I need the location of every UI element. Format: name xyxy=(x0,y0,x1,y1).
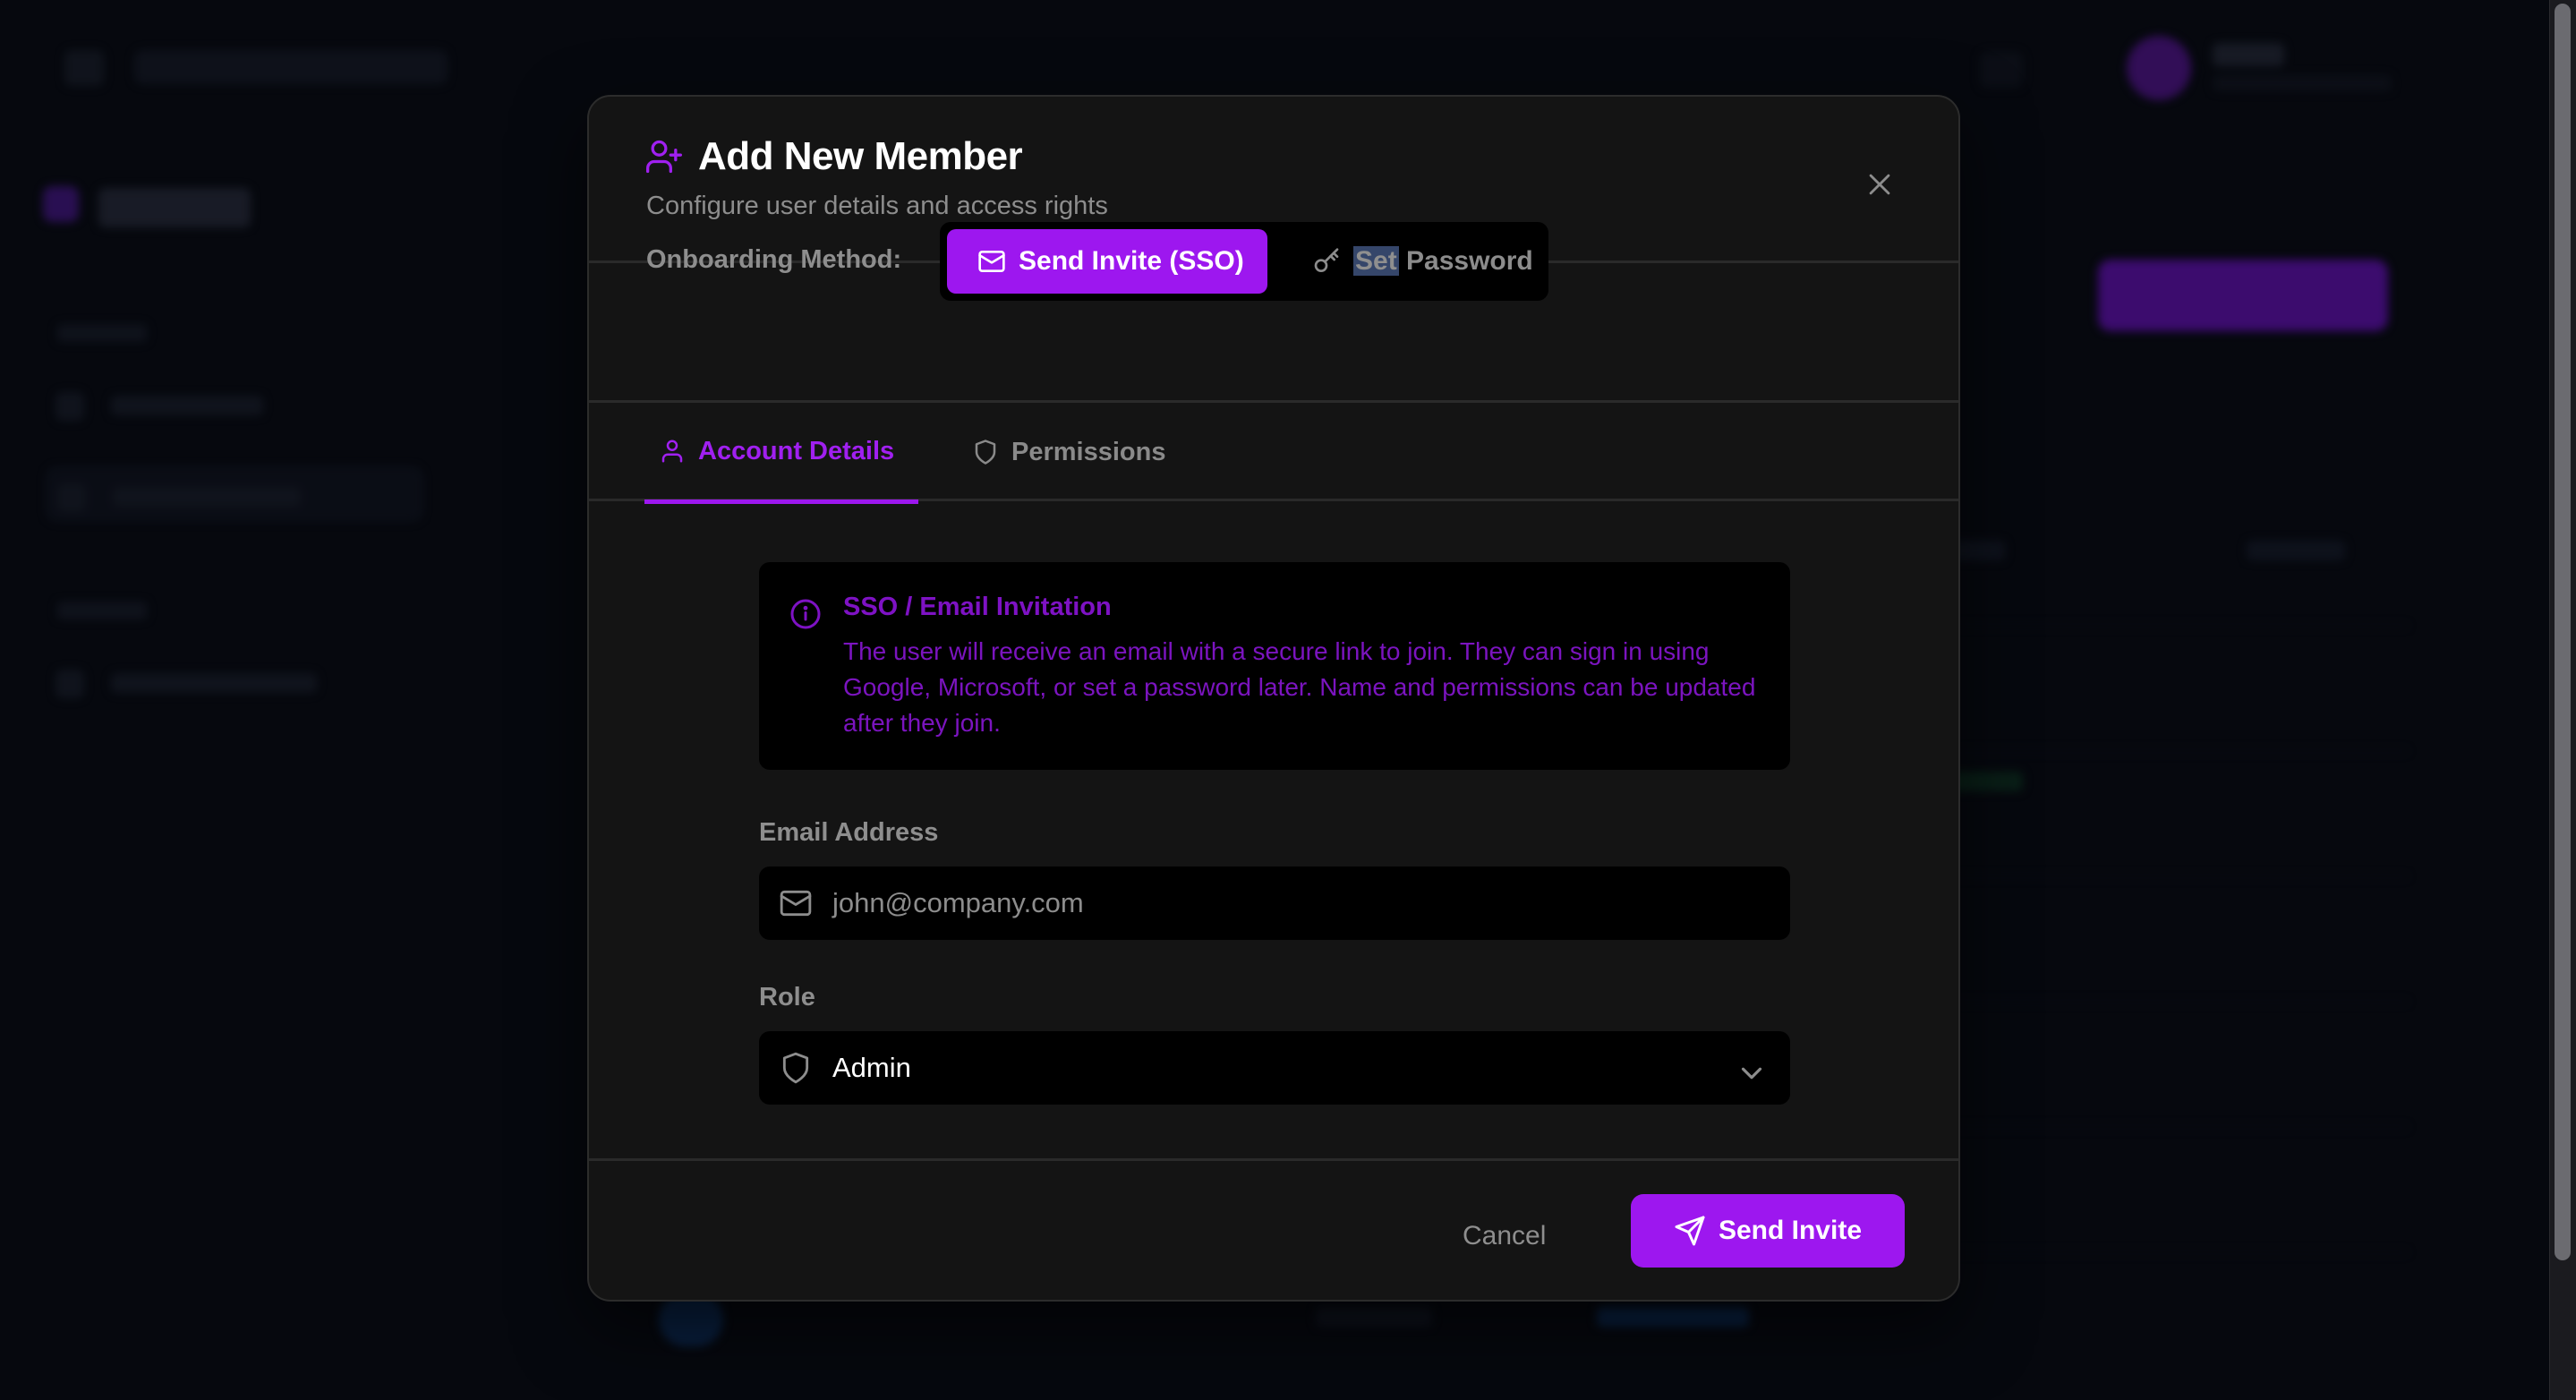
shield-icon xyxy=(975,440,996,465)
role-select[interactable]: Admin xyxy=(759,1031,1790,1105)
close-button[interactable] xyxy=(1853,158,1906,211)
user-plus-icon xyxy=(646,140,682,174)
role-value: Admin xyxy=(832,1052,911,1083)
key-icon xyxy=(1314,248,1339,272)
selected-text: Set xyxy=(1353,246,1399,276)
set-password-label-rest: Password xyxy=(1398,246,1533,276)
email-label: Email Address xyxy=(759,818,939,847)
info-text: The user will receive an email with a se… xyxy=(843,637,1756,737)
scrollbar[interactable] xyxy=(2549,0,2576,1400)
tab-account-details-label: Account Details xyxy=(698,436,895,465)
tab-permissions-label: Permissions xyxy=(1011,437,1166,466)
close-icon xyxy=(1869,174,1890,195)
send-icon xyxy=(1675,1216,1705,1246)
cancel-button[interactable]: Cancel xyxy=(1463,1207,1546,1266)
onboarding-method-toggle: Send Invite (SSO) Set Password xyxy=(940,222,1548,301)
dialog-title-row: Add New Member xyxy=(644,134,1023,179)
set-password-option[interactable]: Set Password xyxy=(1287,229,1541,294)
shield-icon xyxy=(782,1052,809,1084)
send-invite-button[interactable]: Send Invite xyxy=(1631,1194,1905,1268)
send-invite-sso-option[interactable]: Send Invite (SSO) xyxy=(947,229,1267,294)
send-invite-sso-label: Send Invite (SSO) xyxy=(1019,246,1244,276)
info-title: SSO / Email Invitation xyxy=(843,593,1112,621)
chevron-down-icon xyxy=(1741,1067,1762,1080)
tab-account-details[interactable]: Account Details xyxy=(644,403,918,504)
add-member-dialog: Add New Member Configure user details an… xyxy=(587,95,1960,1302)
set-password-label: Set Password xyxy=(1353,246,1533,277)
dialog-title: Add New Member xyxy=(698,134,1023,178)
send-invite-label: Send Invite xyxy=(1718,1216,1863,1245)
email-placeholder: john@company.com xyxy=(832,887,1084,918)
user-icon xyxy=(661,440,683,463)
role-label: Role xyxy=(759,983,815,1012)
scrollbar-thumb[interactable] xyxy=(2555,4,2571,1260)
dialog-subtitle: Configure user details and access rights xyxy=(646,192,1108,220)
mail-icon xyxy=(978,251,1005,272)
tab-permissions[interactable]: Permissions xyxy=(972,403,1165,501)
info-icon xyxy=(790,599,821,629)
onboarding-method-label: Onboarding Method: xyxy=(646,245,902,274)
mail-icon xyxy=(780,890,812,917)
email-field[interactable]: john@company.com xyxy=(759,866,1790,940)
sso-info-callout: SSO / Email Invitation The user will rec… xyxy=(759,562,1790,770)
